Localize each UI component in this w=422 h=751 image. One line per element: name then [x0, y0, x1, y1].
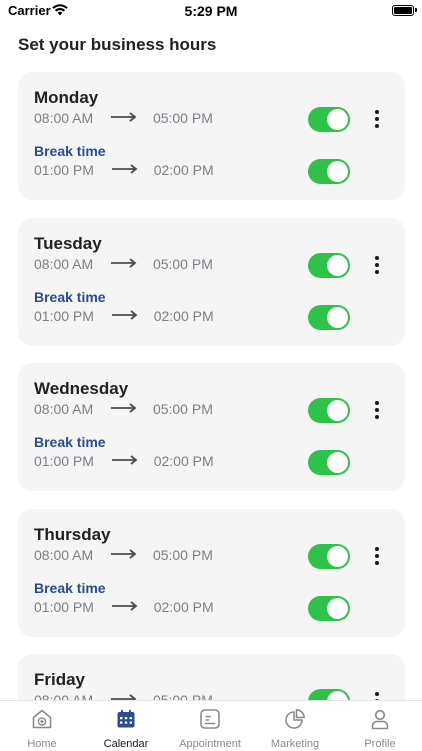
break-time-label: Break time — [34, 289, 106, 305]
more-options-icon[interactable] — [373, 108, 381, 130]
break-toggle[interactable] — [308, 596, 350, 621]
page-title: Set your business hours — [18, 35, 217, 54]
close-time[interactable]: 05:00 PM — [153, 547, 213, 563]
close-time[interactable]: 05:00 PM — [153, 256, 213, 272]
pie-chart-icon — [285, 709, 305, 729]
tab-label: Marketing — [270, 738, 320, 750]
toggle-knob — [327, 400, 348, 421]
arrow-right-icon — [111, 403, 137, 413]
toggle-knob — [327, 691, 348, 700]
open-time[interactable]: 08:00 AM — [34, 547, 93, 563]
break-row[interactable]: 01:00 PM 02:00 PM — [34, 599, 214, 615]
more-options-icon[interactable] — [373, 254, 381, 276]
tab-calendar[interactable]: Calendar — [84, 701, 168, 751]
day-toggle[interactable] — [308, 689, 350, 700]
hours-row[interactable]: 08:00 AM 05:00 PM — [34, 547, 213, 563]
business-hours-list[interactable]: Monday 08:00 AM 05:00 PM Break time 01:0… — [0, 72, 422, 700]
break-toggle[interactable] — [308, 159, 350, 184]
arrow-right-icon — [111, 164, 138, 174]
home-icon — [32, 709, 52, 729]
break-end-time[interactable]: 02:00 PM — [154, 162, 214, 178]
battery-icon — [392, 5, 417, 16]
break-end-time[interactable]: 02:00 PM — [154, 599, 214, 615]
status-time: 5:29 PM — [184, 3, 238, 19]
hours-row[interactable]: 08:00 AM 05:00 PM — [34, 256, 213, 272]
day-toggle[interactable] — [308, 398, 350, 423]
break-start-time[interactable]: 01:00 PM — [34, 453, 94, 469]
break-row[interactable]: 01:00 PM 02:00 PM — [34, 162, 214, 178]
hours-row[interactable]: 08:00 AM 05:00 PM — [34, 401, 213, 417]
appointment-icon — [200, 709, 220, 729]
tab-label: Home — [27, 738, 57, 750]
tab-label: Profile — [364, 738, 396, 750]
tab-appointment[interactable]: Appointment — [168, 701, 252, 751]
break-end-time[interactable]: 02:00 PM — [154, 453, 214, 469]
arrow-right-icon — [111, 258, 137, 268]
day-toggle[interactable] — [308, 107, 350, 132]
toggle-knob — [327, 109, 348, 130]
arrow-right-icon — [111, 549, 137, 559]
day-card-friday: Friday 08:00 AM 05:00 PM — [18, 654, 405, 700]
person-icon — [371, 709, 389, 730]
day-card-wednesday: Wednesday 08:00 AM 05:00 PM Break time 0… — [18, 363, 405, 491]
day-card-monday: Monday 08:00 AM 05:00 PM Break time 01:0… — [18, 72, 405, 200]
break-time-label: Break time — [34, 434, 106, 450]
day-name: Wednesday — [34, 379, 129, 398]
tab-profile[interactable]: Profile — [338, 701, 422, 751]
toggle-knob — [327, 161, 348, 182]
toggle-knob — [327, 546, 348, 567]
status-bar: Carrier 5:29 PM — [0, 0, 422, 24]
break-row[interactable]: 01:00 PM 02:00 PM — [34, 308, 214, 324]
break-start-time[interactable]: 01:00 PM — [34, 308, 94, 324]
hours-row[interactable]: 08:00 AM 05:00 PM — [34, 692, 213, 700]
tab-label: Appointment — [179, 738, 241, 750]
close-time[interactable]: 05:00 PM — [153, 401, 213, 417]
toggle-knob — [327, 255, 348, 276]
break-start-time[interactable]: 01:00 PM — [34, 162, 94, 178]
day-toggle[interactable] — [308, 544, 350, 569]
more-options-icon[interactable] — [373, 690, 381, 700]
arrow-right-icon — [111, 455, 138, 465]
hours-row[interactable]: 08:00 AM 05:00 PM — [34, 110, 213, 126]
day-name: Thursday — [34, 525, 111, 544]
more-options-icon[interactable] — [373, 399, 381, 421]
arrow-right-icon — [111, 601, 138, 611]
close-time[interactable]: 05:00 PM — [153, 692, 213, 700]
break-time-label: Break time — [34, 143, 106, 159]
more-options-icon[interactable] — [373, 545, 381, 567]
toggle-knob — [327, 598, 348, 619]
break-toggle[interactable] — [308, 450, 350, 475]
tab-marketing[interactable]: Marketing — [253, 701, 337, 751]
open-time[interactable]: 08:00 AM — [34, 401, 93, 417]
arrow-right-icon — [111, 112, 137, 122]
break-toggle[interactable] — [308, 305, 350, 330]
toggle-knob — [327, 307, 348, 328]
open-time[interactable]: 08:00 AM — [34, 692, 93, 700]
calendar-icon — [117, 709, 135, 728]
toggle-knob — [327, 452, 348, 473]
tab-bar: Home Calendar Appointment Marketing Prof… — [0, 700, 422, 751]
tab-label: Calendar — [103, 738, 149, 750]
break-row[interactable]: 01:00 PM 02:00 PM — [34, 453, 214, 469]
break-time-label: Break time — [34, 580, 106, 596]
open-time[interactable]: 08:00 AM — [34, 110, 93, 126]
day-name: Monday — [34, 88, 99, 107]
arrow-right-icon — [111, 310, 138, 320]
day-name: Friday — [34, 670, 86, 689]
day-card-thursday: Thursday 08:00 AM 05:00 PM Break time 01… — [18, 509, 405, 637]
day-name: Tuesday — [34, 234, 102, 253]
tab-home[interactable]: Home — [0, 701, 84, 751]
break-start-time[interactable]: 01:00 PM — [34, 599, 94, 615]
open-time[interactable]: 08:00 AM — [34, 256, 93, 272]
day-toggle[interactable] — [308, 253, 350, 278]
close-time[interactable]: 05:00 PM — [153, 110, 213, 126]
day-card-tuesday: Tuesday 08:00 AM 05:00 PM Break time 01:… — [18, 218, 405, 346]
break-end-time[interactable]: 02:00 PM — [154, 308, 214, 324]
